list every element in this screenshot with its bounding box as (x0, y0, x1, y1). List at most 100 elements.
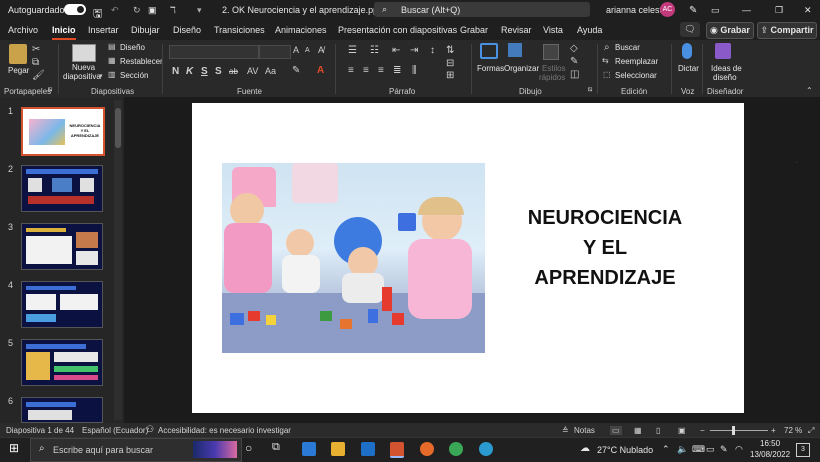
design-ideas-icon[interactable] (715, 43, 731, 59)
align-left-icon[interactable]: ≡ (348, 65, 354, 76)
reset-button[interactable]: Restablecer (120, 57, 163, 66)
tab-grabar[interactable]: Grabar (460, 25, 488, 35)
slide-thumbnail-3[interactable] (21, 223, 103, 270)
strikethrough-button[interactable]: ab (229, 67, 238, 76)
slide-thumbnail-2[interactable] (21, 165, 103, 212)
decrease-indent-icon[interactable]: ⇤ (392, 45, 400, 56)
smartart-icon[interactable]: ⊞ (446, 70, 454, 81)
layout-button[interactable]: Diseño (120, 43, 145, 52)
copy-icon[interactable]: ⧉ (32, 57, 39, 68)
chrome-icon[interactable] (449, 442, 463, 456)
change-case-icon[interactable]: Aa (265, 66, 276, 76)
clock-date[interactable]: 13/08/2022 (750, 450, 790, 459)
taskbar-search-box[interactable]: ⌕ Escribe aquí para buscar (30, 438, 242, 462)
increase-indent-icon[interactable]: ⇥ (410, 45, 418, 56)
fit-to-window-icon[interactable]: ⤢ (808, 426, 814, 436)
weather-icon[interactable]: ☁ (580, 443, 590, 454)
font-name-input[interactable] (169, 45, 259, 59)
align-center-icon[interactable]: ≡ (363, 65, 369, 76)
slide-thumbnail-4[interactable] (21, 281, 103, 328)
avatar[interactable]: AC (660, 2, 675, 17)
tray-chevron-icon[interactable]: ⌃ (662, 444, 670, 455)
close-icon[interactable]: ✕ (804, 5, 812, 16)
find-button[interactable]: Buscar (615, 43, 640, 52)
decrease-font-icon[interactable]: A (305, 47, 310, 54)
reset-icon[interactable]: ▦ (108, 56, 116, 65)
language-status[interactable]: Español (Ecuador) (82, 426, 148, 435)
chevron-down-icon[interactable]: ▾ (99, 72, 103, 80)
slide-title[interactable]: NEUROCIENCIA Y EL APRENDIZAJE (512, 203, 698, 293)
notes-icon[interactable]: ≙ (562, 426, 569, 435)
microphone-icon[interactable] (682, 43, 692, 59)
replace-button[interactable]: Reemplazar (615, 57, 658, 66)
firefox-icon[interactable] (420, 442, 434, 456)
line-spacing-icon[interactable]: ↕ (430, 45, 435, 56)
text-direction-icon[interactable]: ⇅ (446, 45, 454, 56)
replace-icon[interactable]: ⇆ (602, 56, 609, 65)
tab-presentacion[interactable]: Presentación con diapositivas (338, 25, 457, 35)
format-painter-icon[interactable]: 🖌 (32, 70, 45, 81)
slide-thumbnail-6[interactable] (21, 397, 103, 423)
new-slide-icon[interactable] (72, 44, 96, 62)
clear-format-icon[interactable]: A̸ (318, 45, 324, 55)
shadow-button[interactable]: S (215, 66, 222, 77)
shape-outline-icon[interactable]: ✎ (570, 56, 578, 67)
windows-start-icon[interactable]: ⊞ (9, 441, 19, 455)
shape-fill-icon[interactable]: ◇ (570, 43, 578, 54)
mail-icon[interactable] (361, 442, 375, 456)
user-name[interactable]: arianna celeste (606, 5, 667, 15)
battery-icon[interactable]: ▭ (706, 444, 715, 455)
drawing-launcher-icon[interactable]: ⧅ (588, 86, 592, 94)
slide-thumbnail-1[interactable]: NEUROCIENCIA Y EL APRENDIZAJE (21, 107, 105, 156)
section-icon[interactable]: ▥ (108, 70, 116, 79)
tab-animaciones[interactable]: Animaciones (275, 25, 327, 35)
slide-sorter-icon[interactable]: ▦ (634, 426, 642, 435)
app-icon-1[interactable] (302, 442, 316, 456)
search-box[interactable]: ⌕ Buscar (Alt+Q) (374, 2, 590, 17)
normal-view-icon[interactable]: ▭ (610, 426, 622, 435)
bold-button[interactable]: N (172, 66, 179, 77)
slideshow-icon[interactable]: ▣ (678, 426, 686, 435)
tab-archivo[interactable]: Archivo (8, 25, 38, 35)
clipboard-launcher-icon[interactable]: ⧅ (48, 86, 52, 94)
tab-transiciones[interactable]: Transiciones (214, 25, 265, 35)
bullets-icon[interactable]: ☰ (348, 45, 357, 56)
slide-canvas[interactable]: NEUROCIENCIA Y EL APRENDIZAJE (192, 103, 744, 413)
paste-label[interactable]: Pegar (8, 66, 29, 75)
weather-text[interactable]: 27°C Nublado (597, 445, 653, 455)
children-photo[interactable] (222, 163, 485, 353)
notification-center-icon[interactable]: 3 (796, 443, 810, 457)
network-icon[interactable]: ⌨ (692, 444, 705, 455)
tab-dibujar[interactable]: Dibujar (131, 25, 160, 35)
section-button[interactable]: Sección (120, 71, 148, 80)
new-slide-label-2[interactable]: diapositiva (63, 72, 101, 81)
quick-styles-label-1[interactable]: Estilos (542, 64, 566, 73)
undo-icon[interactable]: ↶ (111, 5, 119, 16)
align-right-icon[interactable]: ≡ (378, 65, 384, 76)
minimize-icon[interactable]: — (742, 5, 751, 15)
record-button[interactable]: ◉ Grabar (706, 22, 754, 39)
edge-icon[interactable] (479, 442, 493, 456)
tab-diseno[interactable]: Diseño (173, 25, 201, 35)
cortana-icon[interactable]: ○ (245, 441, 252, 455)
customize-toolbar-icon[interactable]: ▾ (197, 5, 202, 16)
tab-inicio[interactable]: Inicio (52, 25, 76, 40)
new-slide-label-1[interactable]: Nueva (72, 63, 95, 72)
zoom-in-icon[interactable]: + (771, 426, 776, 435)
character-spacing-icon[interactable]: AV (247, 66, 258, 76)
justify-icon[interactable]: ≣ (393, 65, 401, 76)
redo-icon[interactable]: ↻ (133, 5, 141, 16)
zoom-slider-thumb[interactable] (732, 426, 735, 435)
design-ideas-label-2[interactable]: diseño (713, 73, 737, 82)
arrange-icon[interactable] (508, 43, 522, 57)
quick-styles-label-2[interactable]: rápidos (539, 73, 565, 82)
ribbon-display-icon[interactable]: ▭ (711, 5, 720, 16)
present-icon[interactable]: ▣ (148, 5, 157, 16)
accessibility-icon[interactable]: ⚇ (146, 424, 154, 435)
increase-font-icon[interactable]: A (293, 45, 299, 55)
reading-view-icon[interactable]: ▯ (656, 426, 660, 435)
wifi-icon[interactable]: ◠ (735, 444, 743, 455)
zoom-level[interactable]: 72 % (784, 426, 802, 435)
italic-button[interactable]: K (186, 66, 193, 77)
shapes-icon[interactable] (480, 43, 498, 59)
